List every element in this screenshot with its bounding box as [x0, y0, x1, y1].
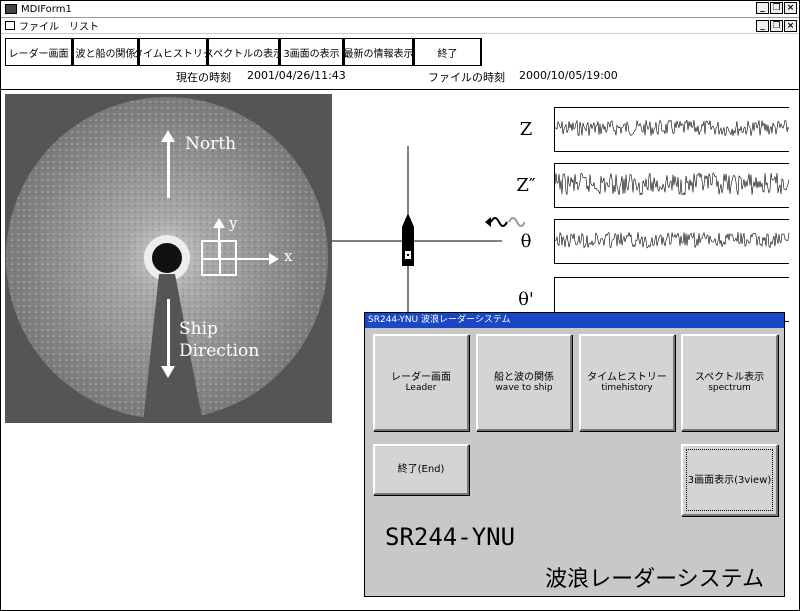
- dialog-timehistory-sublabel: timehistory: [601, 382, 653, 393]
- dialog-3view-label: 3画面表示(3view): [687, 474, 772, 486]
- ship-label: Ship: [179, 319, 218, 339]
- wave-label-z: Z: [519, 119, 533, 140]
- divider: [1, 89, 799, 90]
- toolbar-spectrum-button[interactable]: スペクトルの表示: [204, 38, 283, 66]
- wave-plot-theta: [554, 219, 790, 264]
- toolbar-3view-button[interactable]: 3画面の表示: [280, 38, 344, 66]
- menu-list[interactable]: リスト: [69, 18, 99, 33]
- wave-row-z: Z: [506, 107, 791, 157]
- dialog-radar-label: レーダー画面: [391, 371, 451, 383]
- dialog-spectrum-sublabel: spectrum: [708, 382, 751, 393]
- current-time-label: 現在の時刻: [176, 71, 231, 84]
- dialog-wave-ship-label: 船と波の関係: [494, 371, 554, 383]
- waveform-trace: [554, 231, 790, 249]
- dialog-3view-button[interactable]: 3画面表示(3view): [681, 444, 778, 516]
- dialog-spectrum-label: スペクトル表示: [694, 371, 765, 383]
- dialog-wave-ship-button[interactable]: 船と波の関係 wave to ship: [476, 334, 572, 431]
- dialog-timehistory-label: タイムヒストリー: [587, 371, 667, 383]
- wave-label-z2: Z″: [516, 175, 536, 196]
- dialog-end-button[interactable]: 終了(End): [373, 444, 469, 495]
- current-time-value: 2001/04/26/11:43: [247, 69, 346, 82]
- direction-label: Direction: [179, 341, 260, 361]
- menu-file[interactable]: ファイル: [19, 18, 59, 33]
- child-minimize-button[interactable]: _: [756, 20, 769, 32]
- wave-row-z2: Z″: [506, 163, 791, 213]
- dialog-wave-ship-sublabel: wave to ship: [495, 382, 553, 393]
- file-time-label: ファイルの時刻: [428, 71, 505, 84]
- wave-plot-z: [554, 107, 790, 152]
- dialog-radar-sublabel: Leader: [405, 382, 437, 393]
- wave-label-theta: θ: [520, 231, 532, 252]
- dialog-radar-button[interactable]: レーダー画面 Leader: [373, 334, 469, 431]
- dialog-timehistory-button[interactable]: タイムヒストリー timehistory: [579, 334, 675, 431]
- file-time-value: 2000/10/05/19:00: [519, 69, 618, 82]
- toolbar-latest-button[interactable]: 最新の情報表示: [344, 38, 414, 66]
- brand-system-text: 波浪レーダーシステム: [545, 567, 764, 592]
- axis-y-label: y: [229, 214, 238, 232]
- dialog-end-label: 終了(End): [397, 464, 445, 475]
- toolbar-radar-button[interactable]: レーダー画面: [5, 38, 73, 66]
- minimize-button[interactable]: _: [756, 2, 769, 14]
- axis-x-label: x: [284, 247, 293, 265]
- toolbar-exit-button[interactable]: 終了: [414, 38, 482, 66]
- window-title: MDIForm1: [21, 3, 72, 15]
- north-arrow-icon: [167, 136, 170, 198]
- brand-model-text: SR244-YNU: [385, 523, 516, 551]
- time-status-bar: 現在の時刻 2001/04/26/11:43 ファイルの時刻 2000/10/0…: [1, 67, 799, 87]
- toolbar-timehistory-button[interactable]: タイムヒストリー: [133, 38, 213, 66]
- child-maximize-button[interactable]: ❐: [770, 20, 783, 32]
- radar-image: North Ship Direction x y: [5, 94, 332, 423]
- waveform-trace: [554, 172, 790, 196]
- dialog-spectrum-button[interactable]: スペクトル表示 spectrum: [681, 334, 778, 431]
- wave-row-theta: θ: [506, 219, 791, 269]
- close-button[interactable]: ×: [784, 2, 797, 14]
- ship-direction-arrow-icon: [167, 299, 170, 369]
- child-close-button[interactable]: ×: [784, 20, 797, 32]
- title-bar[interactable]: MDIForm1 _ ❐ ×: [1, 1, 799, 18]
- mdi-window: MDIForm1 _ ❐ × ファイル リスト _ ❐ × レーダー画面 波と船…: [0, 0, 800, 611]
- waveform-trace: [554, 119, 790, 137]
- wave-label-theta2: θ': [518, 289, 534, 310]
- system-dialog: SR244-YNU 波浪レーダーシステム レーダー画面 Leader 船と波の関…: [364, 312, 785, 597]
- ship-diagram: [332, 141, 502, 341]
- app-icon: [5, 4, 17, 14]
- toolbar: レーダー画面 波と船の関係 タイムヒストリー スペクトルの表示 3画面の表示 最…: [5, 38, 482, 66]
- menu-bar: ファイル リスト: [1, 18, 799, 34]
- maximize-button[interactable]: ❐: [770, 2, 783, 14]
- dialog-title[interactable]: SR244-YNU 波浪レーダーシステム: [365, 313, 784, 328]
- north-label: North: [185, 134, 237, 154]
- toolbar-wave-ship-button[interactable]: 波と船の関係: [73, 38, 139, 66]
- wave-plot-z2: [554, 163, 790, 208]
- document-icon[interactable]: [5, 21, 15, 30]
